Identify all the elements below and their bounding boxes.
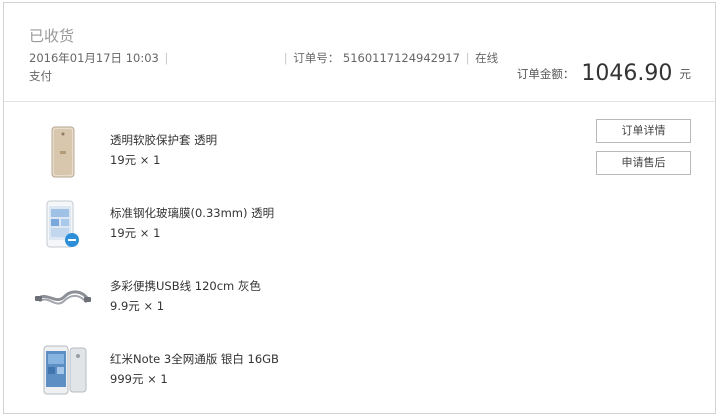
order-item: 标准钢化玻璃膜(0.33mm) 透明 19元 × 1	[34, 196, 474, 256]
order-detail-button[interactable]: 订单详情	[596, 119, 691, 143]
item-price: 19元 × 1	[110, 153, 161, 167]
order-number-label: 订单号：	[293, 51, 340, 65]
screen-protector-icon[interactable]	[34, 196, 92, 254]
phone-icon[interactable]	[34, 342, 92, 400]
item-name[interactable]: 标准钢化玻璃膜(0.33mm) 透明	[110, 205, 274, 221]
order-card: 已收货 2016年01月17日 10:03 | | 订单号： 516011712…	[3, 2, 716, 414]
usb-cable-icon[interactable]	[34, 269, 92, 327]
order-total: 订单金额： 1046.90 元	[517, 61, 691, 86]
item-name[interactable]: 透明软胶保护套 透明	[110, 132, 217, 148]
phone-case-icon[interactable]	[34, 123, 92, 181]
order-datetime: 2016年01月17日 10:03	[29, 51, 159, 65]
meta-separator: |	[164, 51, 169, 65]
meta-separator: |	[283, 51, 288, 65]
payment-method: 在线	[475, 51, 499, 65]
total-label: 订单金额：	[516, 67, 575, 81]
order-meta: 2016年01月17日 10:03 | | 订单号： 5160117124942…	[29, 50, 498, 66]
total-unit: 元	[679, 67, 692, 81]
item-price: 999元 × 1	[110, 372, 168, 386]
total-amount: 1046.90	[581, 61, 673, 86]
order-number: 5160117124942917	[342, 51, 460, 65]
item-price: 9.9元 × 1	[110, 299, 165, 313]
item-price: 19元 × 1	[110, 226, 161, 240]
item-name[interactable]: 红米Note 3全网通版 银白 16GB	[110, 351, 279, 367]
order-item: 透明软胶保护套 透明 19元 × 1	[34, 123, 474, 183]
after-sale-button[interactable]: 申请售后	[596, 151, 691, 175]
order-status: 已收货	[29, 27, 75, 45]
meta-separator: |	[465, 51, 470, 65]
order-item: 红米Note 3全网通版 银白 16GB 999元 × 1	[34, 342, 474, 402]
payment-method-cont: 支付	[29, 69, 52, 83]
item-name[interactable]: 多彩便携USB线 120cm 灰色	[110, 278, 261, 294]
order-item: 多彩便携USB线 120cm 灰色 9.9元 × 1	[34, 269, 474, 329]
divider	[4, 101, 715, 102]
